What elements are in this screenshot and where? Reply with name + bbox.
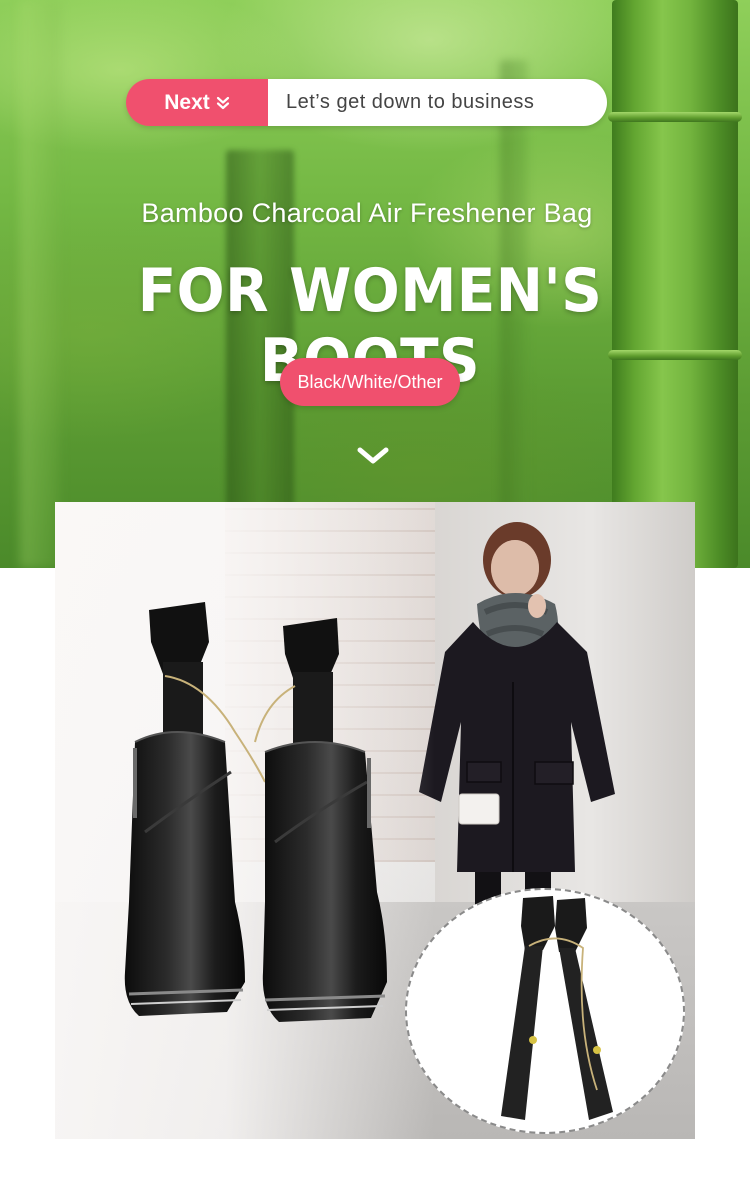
- tagline: Let’s get down to business: [268, 79, 607, 126]
- charcoal-bag-inset: [405, 888, 685, 1134]
- next-button[interactable]: Next: [126, 79, 268, 126]
- header-pill: Next Let’s get down to business: [126, 79, 607, 126]
- product-photo: [55, 502, 695, 1139]
- double-chevron-down-icon: [216, 96, 230, 110]
- color-options-badge: Black/White/Other: [280, 358, 460, 406]
- chevron-down-icon[interactable]: [357, 445, 389, 472]
- charcoal-bag-pair: [501, 896, 613, 1120]
- woman-figure: [419, 522, 615, 932]
- product-subtitle: Bamboo Charcoal Air Freshener Bag: [141, 198, 593, 228]
- hero-banner: Next Let’s get down to business Bamboo C…: [0, 0, 750, 568]
- bamboo-node: [608, 112, 742, 122]
- next-label: Next: [164, 90, 210, 114]
- black-ankle-boots: [124, 602, 387, 1022]
